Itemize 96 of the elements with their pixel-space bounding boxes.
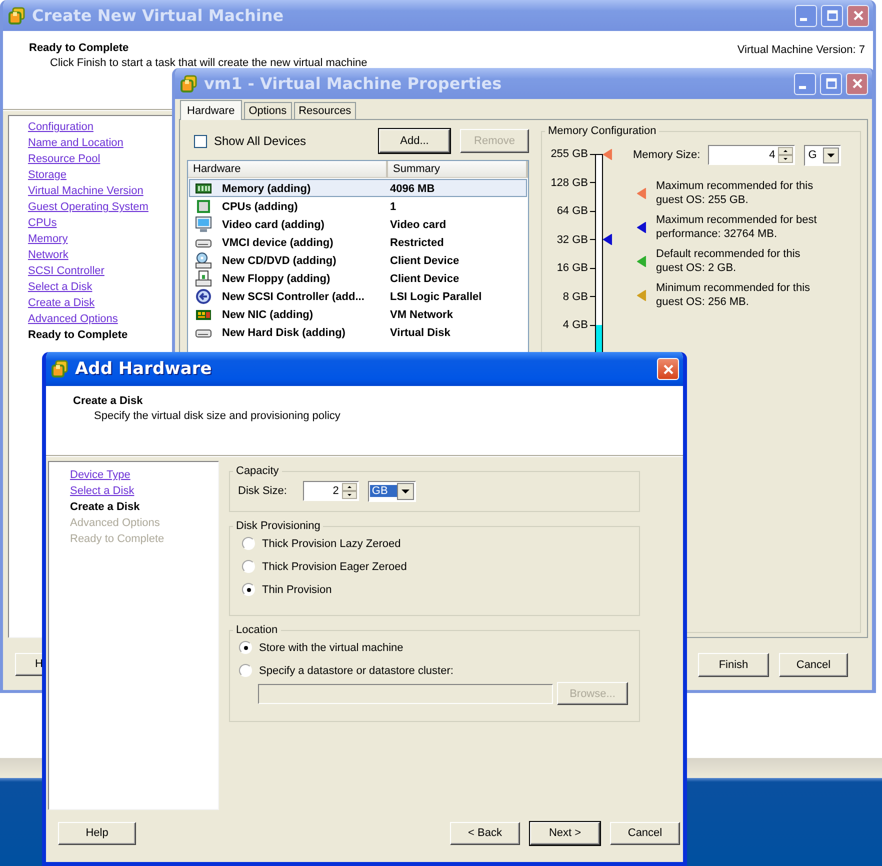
table-row[interactable]: Memory (adding) 4096 MB <box>189 179 527 197</box>
table-cell: VMCI device (adding) <box>222 236 334 248</box>
scale-label: 32 GB <box>556 234 588 246</box>
close-icon <box>850 77 864 90</box>
table-cell: Memory (adding) <box>222 182 311 194</box>
column-header[interactable]: Summary <box>388 161 528 178</box>
radio-button[interactable] <box>242 537 255 550</box>
option-label: Specify a datastore or datastore cluster: <box>259 664 454 676</box>
unit-dropdown[interactable]: G <box>804 144 842 166</box>
window-title: Create New Virtual Machine <box>32 6 285 25</box>
table-cell: New CD/DVD (adding) <box>222 254 336 266</box>
spinner-icon[interactable] <box>778 147 794 163</box>
option-label: Store with the virtual machine <box>259 642 404 654</box>
scale-label: 64 GB <box>556 205 588 218</box>
table-row[interactable]: New CD/DVD (adding) Client Device <box>189 251 527 269</box>
option-label: Thin Provision <box>262 584 332 596</box>
group-title: Disk Provisioning <box>235 520 322 532</box>
radio-button[interactable] <box>239 641 252 654</box>
maximize-icon <box>824 77 838 90</box>
radio-button[interactable] <box>242 583 255 596</box>
floppy-drive-icon <box>195 270 212 287</box>
button[interactable]: Cancel <box>610 822 680 844</box>
table-cell-text: Video card <box>390 218 448 230</box>
table-cell: New Floppy (adding) <box>222 272 330 284</box>
disk-size-field[interactable]: 2 <box>302 481 359 501</box>
current-step: Create a Disk <box>70 499 140 515</box>
page-title: Create a Disk <box>73 395 144 407</box>
table-cell-text: VM Network <box>390 308 454 320</box>
table-cell-text: Restricted <box>390 236 445 248</box>
step-label: Advanced Options <box>70 516 160 531</box>
legend-text: Maximum recommended for this guest OS: 255 GB. <box>656 179 814 207</box>
group-title: Memory Configuration <box>547 125 658 137</box>
radio-button[interactable] <box>242 560 255 573</box>
scale-label: 16 GB <box>556 262 588 274</box>
table-cell-text: Virtual Disk <box>390 326 452 338</box>
button[interactable]: Next > <box>530 822 600 844</box>
app-icon <box>180 74 198 92</box>
table-row[interactable]: New NIC (adding) VM Network <box>189 305 527 323</box>
scale-label: 128 GB <box>550 176 588 189</box>
step-label: Ready to Complete <box>70 532 164 547</box>
memory-size-field[interactable]: 4 <box>708 145 796 165</box>
table-cell-text: 4096 MB <box>390 182 436 194</box>
table-row[interactable]: New SCSI Controller (add... LSI Logic Parallel <box>189 287 527 305</box>
table-cell: CPUs (adding) <box>222 200 298 212</box>
legend-text: Default recommended for this guest OS: 2 GB. <box>656 247 802 275</box>
window-title: vm1 - Virtual Machine Properties <box>204 74 503 93</box>
column-header[interactable]: Hardware <box>188 161 388 178</box>
minimize-icon <box>800 18 806 21</box>
chip-icon <box>195 198 212 215</box>
table-row[interactable]: Video card (adding) Video card <box>189 215 527 233</box>
current-step: Ready to Complete <box>28 327 128 343</box>
table-row[interactable]: VMCI device (adding) Restricted <box>189 233 527 251</box>
scale-label: 4 GB <box>562 319 588 332</box>
table-cell: New NIC (adding) <box>222 308 314 320</box>
monitor-icon <box>195 216 212 233</box>
window-title: Add Hardware <box>75 359 213 379</box>
option-label: Thick Provision Lazy Zeroed <box>262 538 401 550</box>
table-cell: New SCSI Controller (add... <box>222 290 364 302</box>
legend-text: Minimum recommended for this guest OS: 256 MB. <box>656 281 812 309</box>
table-cell-text: Client Device <box>390 254 460 266</box>
table-cell: New Hard Disk (adding) <box>222 326 346 338</box>
group-title: Location <box>235 624 279 636</box>
maximize-icon <box>826 9 838 22</box>
scale-label: 8 GB <box>562 290 588 303</box>
legend-text: Maximum recommended for best performance: 32764 MB. <box>656 213 818 241</box>
app-icon <box>51 360 69 378</box>
close-icon <box>852 9 864 22</box>
spinner-icon[interactable] <box>342 483 357 499</box>
table-row[interactable]: New Hard Disk (adding) Virtual Disk <box>189 323 527 341</box>
app-icon <box>8 6 26 24</box>
table-cell-text: Client Device <box>390 272 460 284</box>
version-label: Virtual Machine Version: 7 <box>737 44 865 56</box>
step-link[interactable]: Device Type <box>70 467 130 483</box>
field-label: Disk Size: <box>238 485 287 497</box>
button[interactable]: < Back <box>450 822 520 844</box>
radio-button[interactable] <box>239 664 252 677</box>
group-title: Capacity <box>235 465 280 477</box>
option-label: Thick Provision Eager Zeroed <box>262 560 407 572</box>
minimize-icon <box>798 86 806 89</box>
table-row[interactable]: CPUs (adding) 1 <box>189 197 527 215</box>
button[interactable]: Help <box>58 822 136 844</box>
field-label: Memory Size: <box>633 149 700 161</box>
table-row[interactable]: New Floppy (adding) Client Device <box>189 269 527 287</box>
page-subtitle: Specify the virtual disk size and provisioning policy <box>93 410 340 422</box>
page-subtitle: Click Finish to start a task that will create the new virtual machine <box>49 57 368 69</box>
scale-label: 255 GB <box>550 148 588 160</box>
checkbox-label: Show All Devices <box>214 134 306 148</box>
disc-drive-icon <box>195 252 212 269</box>
unit-dropdown[interactable]: GB <box>368 480 416 502</box>
step-link[interactable]: Select a Disk <box>70 483 134 499</box>
table-cell: Video card (adding) <box>222 218 324 230</box>
table-cell-text: 1 <box>390 200 398 212</box>
close-icon <box>662 362 674 376</box>
arrow-circle-icon <box>195 288 212 305</box>
table-cell-text: LSI Logic Parallel <box>390 290 483 302</box>
page-title: Ready to Complete <box>29 42 130 54</box>
